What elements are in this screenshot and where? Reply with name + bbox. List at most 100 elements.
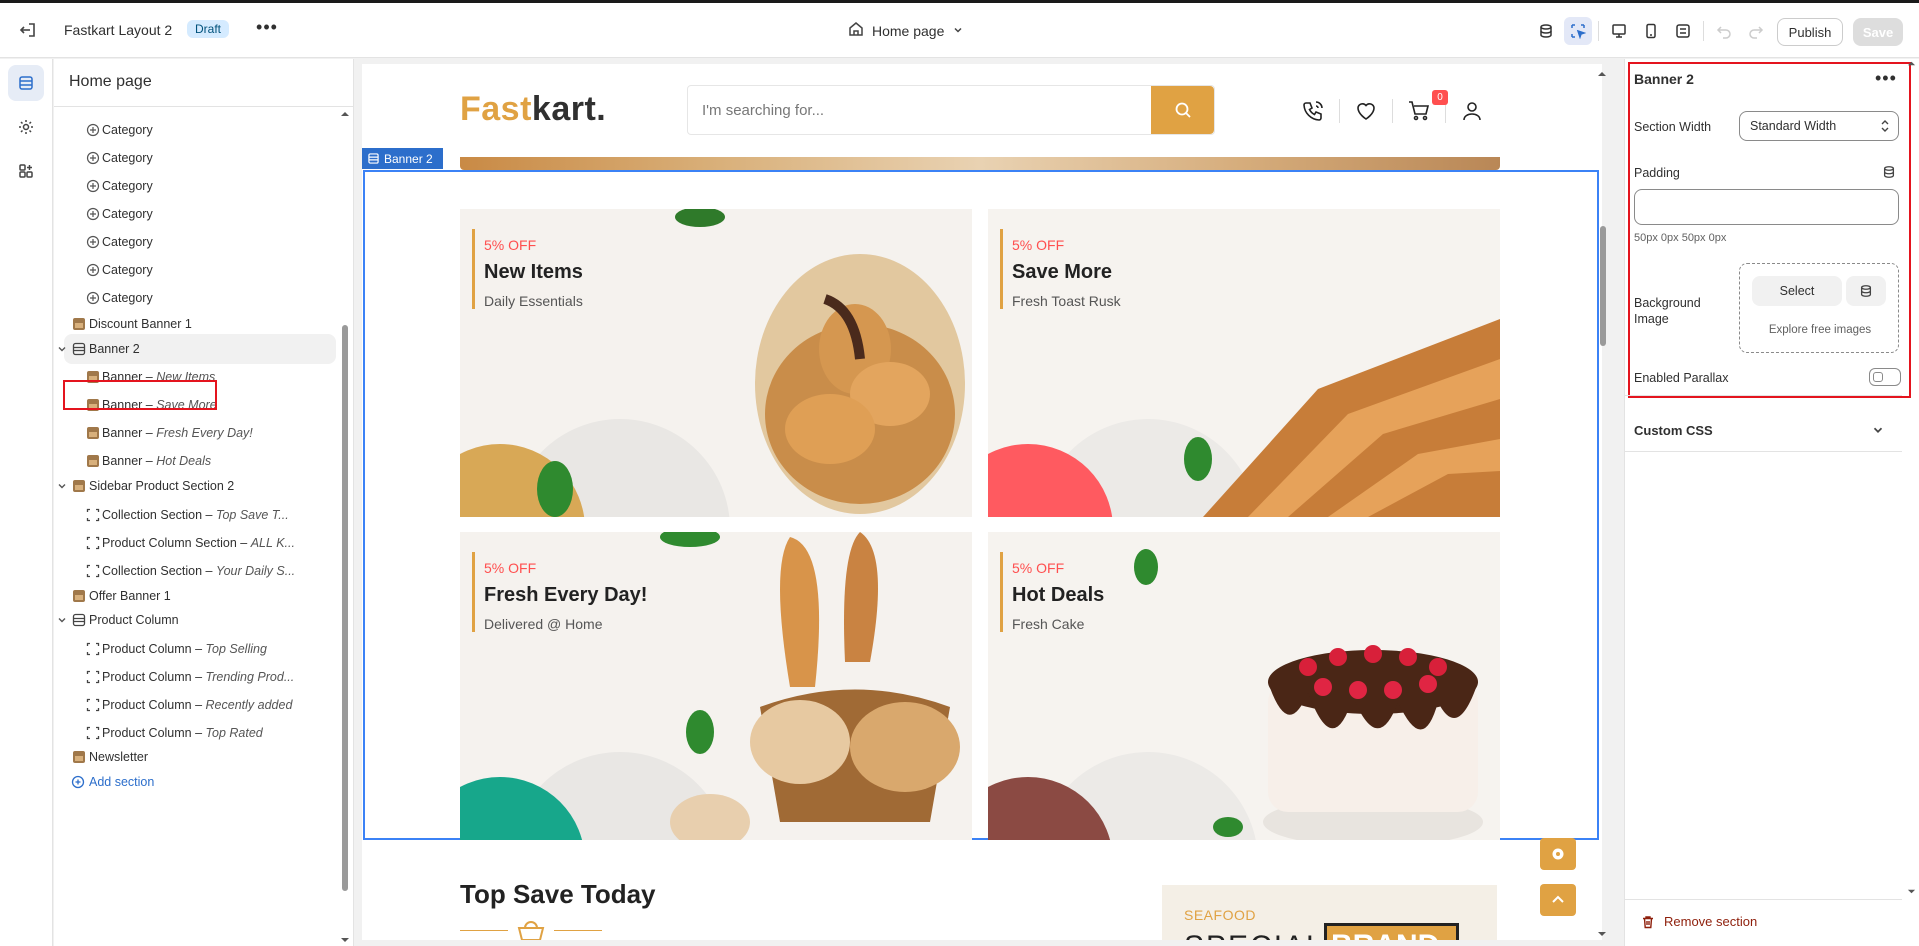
tree-item[interactable]: Banner – Fresh Every Day! [54,418,339,448]
highlight-box [1628,62,1911,398]
banner-card-fresh-every-day[interactable]: 5% OFF Fresh Every Day! Delivered @ Home [460,532,972,840]
promo-banner[interactable]: SEAFOOD SPECIAL BRAND [1162,885,1497,940]
search-input[interactable]: I'm searching for... [702,102,824,119]
undo-icon[interactable] [1710,17,1738,45]
chevron-down-icon[interactable] [56,614,68,626]
divider [1339,99,1340,123]
block-icon [86,564,100,578]
settings-panel: Banner 2 ••• Section Width Standard Widt… [1624,59,1919,946]
canvas-scrollbar[interactable] [1596,64,1608,940]
theme-name: Fastkart Layout 2 [64,22,173,38]
tree-item[interactable]: Category [54,143,339,173]
heart-icon[interactable] [1350,97,1382,125]
remove-section-button[interactable]: Remove section [1641,914,1757,929]
phone-icon[interactable] [1297,97,1329,125]
fullscreen-icon[interactable] [1669,17,1697,45]
tree-item-label: Category [102,151,153,165]
divider [1598,21,1599,41]
block-icon [86,698,100,712]
tree-item-label: Product Column – Top Selling [102,642,267,656]
category-icon [86,179,100,193]
tree-item[interactable]: Category [54,255,339,285]
add-section-button[interactable]: Add section [54,767,339,797]
banner-offer: 5% OFF [1012,560,1065,576]
highlight-box [63,380,217,410]
status-badge: Draft [187,20,230,38]
block-icon [86,642,100,656]
scroll-top-button[interactable] [1540,884,1576,916]
image-thumb-icon [86,454,100,468]
tree-item-label: Category [102,123,153,137]
banner-offer: 5% OFF [1012,237,1065,253]
top-bar: Fastkart Layout 2 Draft ••• Home page Pu… [0,0,1919,58]
tree-item-label: Collection Section – Your Daily S... [102,564,296,578]
image-thumb-icon [72,317,86,331]
banner-card-save-more[interactable]: 5% OFF Save More Fresh Toast Rusk [988,209,1500,517]
divider [1625,451,1902,452]
chevron-down-icon[interactable] [1871,423,1885,437]
tree-item-label: Category [102,235,153,249]
tree-item-label: Category [102,207,153,221]
home-icon [848,21,864,40]
mobile-view-icon[interactable] [1637,17,1665,45]
tree-item[interactable]: Product Column – Recently added [54,690,339,720]
apps-icon[interactable] [8,153,44,189]
tree-item-label: Category [102,291,153,305]
logo[interactable]: Fastkart. [460,90,606,129]
publish-button[interactable]: Publish [1777,18,1843,46]
search-button[interactable] [1151,86,1214,134]
chevron-down-icon[interactable] [56,343,68,355]
tree-item-label: Product Column [89,613,179,627]
scrollbar-thumb[interactable] [342,325,348,891]
chevron-down-icon[interactable] [56,480,68,492]
search-box[interactable]: I'm searching for... [687,85,1215,135]
banner-offer: 5% OFF [484,237,537,253]
nav-rail [0,59,53,946]
tree-item[interactable]: Product Column – Top Selling [54,634,339,664]
tree-item[interactable]: Category [54,171,339,201]
tree-item[interactable]: Category [54,227,339,257]
divider [554,930,602,931]
more-actions-button[interactable]: ••• [255,16,279,40]
canvas-scrollbar-thumb[interactable] [1600,226,1606,346]
tree-item[interactable]: Collection Section – Top Save T... [54,500,339,530]
gear-icon [1552,848,1564,860]
preview-frame: Fastkart. I'm searching for... 0 Banner … [362,64,1602,940]
tree-item-label: Product Column – Trending Prod... [102,670,295,684]
selected-section-tag[interactable]: Banner 2 [362,148,443,169]
tree-item[interactable]: Banner 2 [58,334,336,364]
settings-float-button[interactable] [1540,838,1576,870]
cart-icon[interactable] [1403,97,1435,125]
banner-card-new-items[interactable]: 5% OFF New Items Daily Essentials [460,209,972,517]
tree-item[interactable]: Category [54,199,339,229]
tree-item[interactable]: Product Column – Trending Prod... [54,662,339,692]
page-selector[interactable]: Home page [848,21,964,40]
promo-big-text: SPECIAL [1184,930,1325,940]
user-icon[interactable] [1456,97,1488,125]
block-icon [86,508,100,522]
settings-icon[interactable] [8,109,44,145]
previous-banner-image [460,157,1500,170]
database-icon[interactable] [1532,17,1560,45]
sections-icon[interactable] [8,65,44,101]
block-icon [86,726,100,740]
desktop-view-icon[interactable] [1605,17,1633,45]
tree-item-label: Collection Section – Top Save T... [102,508,289,522]
tree-item-label: Offer Banner 1 [89,589,171,603]
banner-subtitle: Daily Essentials [484,293,583,309]
custom-css-label[interactable]: Custom CSS [1634,423,1713,438]
image-thumb-icon [86,426,100,440]
tree-item[interactable]: Product Column [54,605,339,635]
tree-item[interactable]: Sidebar Product Section 2 [54,471,339,501]
save-button[interactable]: Save [1853,18,1903,46]
exit-icon[interactable] [18,20,38,40]
trash-icon [1643,915,1653,928]
banner-title: Fresh Every Day! [484,584,648,606]
inspector-icon[interactable] [1564,17,1592,45]
tree-item[interactable]: Category [54,115,339,145]
tree-item-label: Category [102,179,153,193]
tree-item[interactable]: Product Column Section – ALL K... [54,528,339,558]
basket-icon [517,921,545,940]
redo-icon[interactable] [1742,17,1770,45]
banner-card-hot-deals[interactable]: 5% OFF Hot Deals Fresh Cake [988,532,1500,840]
